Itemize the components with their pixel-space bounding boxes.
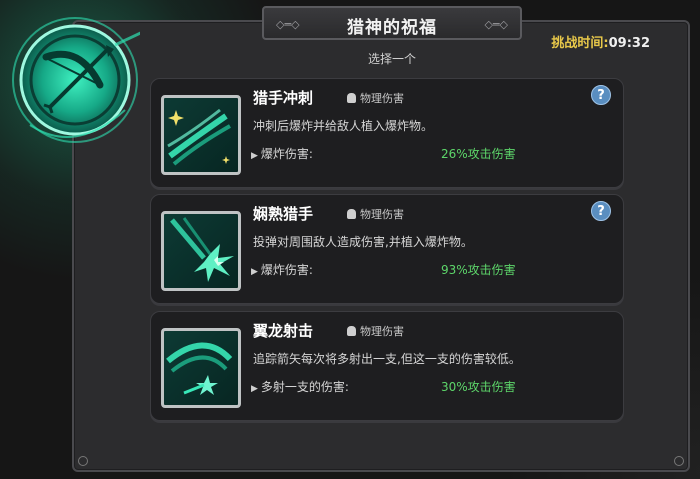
blessing-card-wyvern-shot[interactable]: 翼龙射击 物理伤害 追踪箭矢每次将多射出一支,但这一支的伤害较低。 ▶ 多射一支的…	[150, 311, 624, 421]
timer-value: 09:32	[608, 36, 650, 51]
card-stat: ▶ 爆炸伤害:	[251, 261, 313, 278]
stat-label: 多射一支的伤害:	[260, 380, 349, 394]
bullet-icon: ▶	[251, 384, 258, 394]
blessing-card-hunter-dash[interactable]: 猎手冲刺 物理伤害 ? 冲刺后爆炸并给敌人植入爆炸物。 ▶ 爆炸伤害: 26%攻击…	[150, 78, 624, 188]
damage-type-label: 物理伤害	[360, 92, 404, 105]
damage-type: 物理伤害	[347, 206, 404, 222]
skill-bomb-icon	[161, 211, 241, 291]
help-button[interactable]: ?	[591, 201, 611, 221]
bullet-icon: ▶	[251, 151, 258, 161]
stat-value: 93%攻击伤害	[441, 263, 516, 277]
stat-value: 26%攻击伤害	[441, 147, 516, 161]
skill-arrow-icon	[161, 328, 241, 408]
stat-label: 爆炸伤害:	[260, 263, 313, 277]
card-description: 追踪箭矢每次将多射出一支,但这一支的伤害较低。	[253, 352, 521, 366]
help-button[interactable]: ?	[591, 85, 611, 105]
challenge-timer: 挑战时间:09:32	[551, 32, 650, 51]
fist-icon	[347, 93, 356, 103]
timer-label: 挑战时间:	[551, 36, 609, 51]
damage-type-label: 物理伤害	[360, 208, 404, 221]
skill-dash-icon	[161, 95, 241, 175]
card-name: 猎手冲刺	[253, 89, 314, 107]
bow-emblem-icon	[12, 17, 140, 143]
fist-icon	[347, 326, 356, 336]
damage-type: 物理伤害	[347, 323, 404, 339]
page-title: 猎神的祝福	[347, 18, 437, 38]
card-name: 娴熟猎手	[253, 205, 314, 223]
title-plate: ◇═◇ 猎神的祝福 ◇═◇	[262, 6, 522, 40]
blessing-card-skilled-hunter[interactable]: 娴熟猎手 物理伤害 ? 投弹对周围敌人造成伤害,并植入爆炸物。 ▶ 爆炸伤害: 9…	[150, 194, 624, 304]
bullet-icon: ▶	[251, 267, 258, 277]
fist-icon	[347, 209, 356, 219]
card-stat: ▶ 爆炸伤害:	[251, 145, 313, 162]
title-ornament-icon: ◇═◇	[484, 18, 508, 31]
subtitle: 选择一个	[367, 52, 416, 66]
card-stat: ▶ 多射一支的伤害:	[251, 378, 349, 395]
damage-type: 物理伤害	[347, 90, 404, 106]
card-description: 冲刺后爆炸并给敌人植入爆炸物。	[253, 119, 434, 133]
corner-ornament	[78, 456, 88, 466]
card-description: 投弹对周围敌人造成伤害,并植入爆炸物。	[253, 235, 473, 249]
stat-value: 30%攻击伤害	[441, 380, 516, 394]
damage-type-label: 物理伤害	[360, 325, 404, 338]
card-name: 翼龙射击	[253, 322, 314, 340]
stat-label: 爆炸伤害:	[260, 147, 313, 161]
corner-ornament	[674, 456, 684, 466]
